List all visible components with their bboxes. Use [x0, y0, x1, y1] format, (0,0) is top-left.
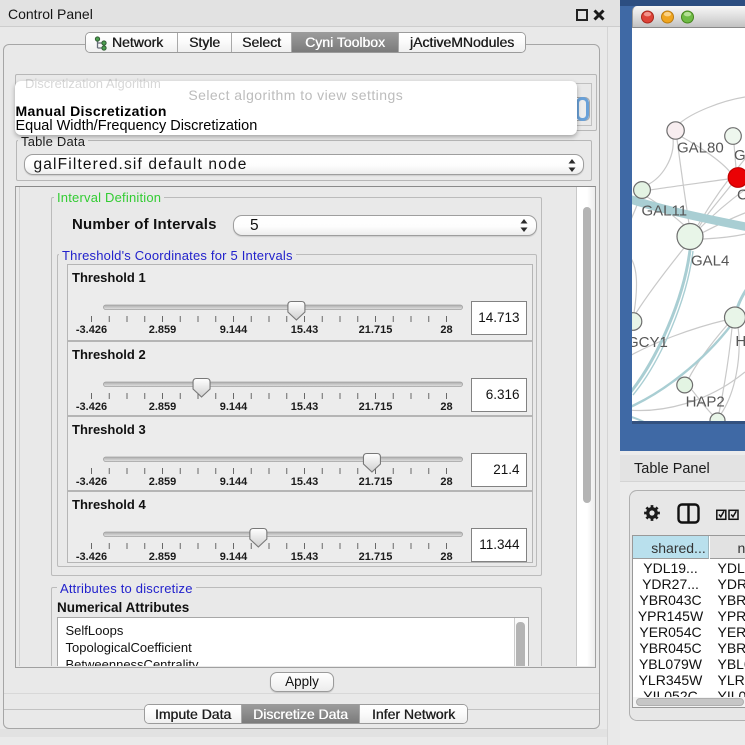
svg-text:21.715: 21.715: [358, 324, 392, 336]
svg-text:28: 28: [440, 401, 452, 413]
svg-text:15.43: 15.43: [290, 324, 318, 336]
svg-text:C: C: [737, 186, 745, 203]
svg-text:-3.426: -3.426: [75, 324, 106, 336]
svg-text:GAL4: GAL4: [691, 252, 729, 269]
svg-text:15.43: 15.43: [290, 551, 318, 563]
svg-text:2.859: 2.859: [148, 401, 176, 413]
svg-text:9.144: 9.144: [219, 324, 247, 336]
svg-text:9.144: 9.144: [219, 476, 247, 488]
svg-text:28: 28: [440, 476, 452, 488]
svg-text:9.144: 9.144: [219, 401, 247, 413]
svg-text:21.715: 21.715: [358, 476, 392, 488]
svg-text:15.43: 15.43: [290, 401, 318, 413]
svg-text:15.43: 15.43: [290, 476, 318, 488]
svg-text:2.859: 2.859: [148, 324, 176, 336]
svg-text:21.715: 21.715: [358, 551, 392, 563]
svg-text:H: H: [735, 333, 745, 350]
svg-text:28: 28: [440, 324, 452, 336]
svg-text:GAL80: GAL80: [677, 139, 724, 156]
svg-text:9.144: 9.144: [219, 551, 247, 563]
svg-text:2.859: 2.859: [148, 476, 176, 488]
svg-text:-3.426: -3.426: [75, 551, 106, 563]
svg-text:HAP2: HAP2: [686, 393, 725, 410]
svg-text:-3.426: -3.426: [75, 476, 106, 488]
svg-text:28: 28: [440, 551, 452, 563]
svg-text:GA: GA: [734, 147, 745, 164]
svg-text:2.859: 2.859: [148, 551, 176, 563]
svg-text:GAL11: GAL11: [642, 202, 688, 219]
svg-text:GCY1: GCY1: [632, 334, 668, 351]
svg-text:-3.426: -3.426: [75, 401, 106, 413]
svg-text:21.715: 21.715: [358, 401, 392, 413]
